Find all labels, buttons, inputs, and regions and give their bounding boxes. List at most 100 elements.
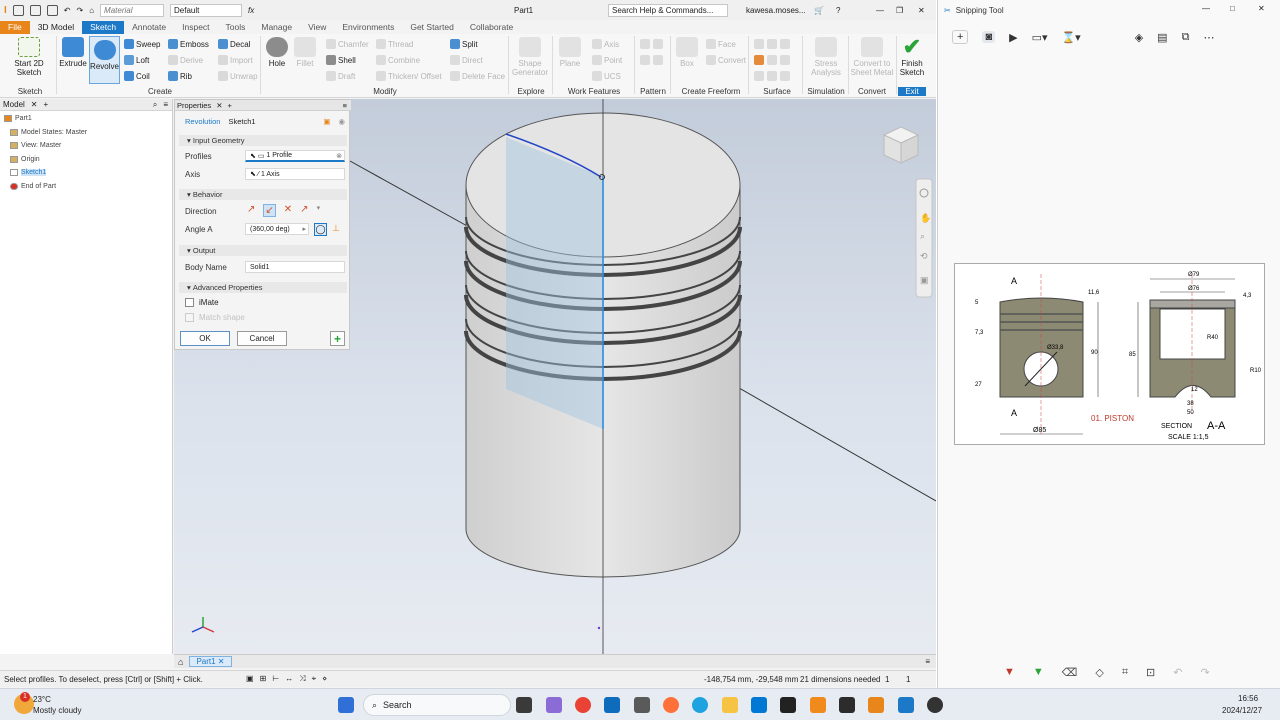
redo-icon[interactable]: ↷ (1200, 666, 1209, 679)
point-button[interactable]: Point (592, 55, 622, 65)
to-icon[interactable]: ⊥ (332, 223, 340, 234)
material-select[interactable]: Material (100, 3, 165, 17)
text-actions-icon[interactable]: ⊡ (1146, 666, 1155, 679)
replace-face-icon[interactable] (754, 71, 764, 81)
home-icon[interactable]: ⌂ (178, 657, 183, 667)
pen-icon[interactable]: ▼ (1004, 666, 1015, 678)
surface-tools[interactable] (754, 39, 790, 49)
minimize-icon[interactable]: — (1202, 4, 1210, 13)
shape-generator-button[interactable]: Shape Generator (511, 37, 549, 77)
menu-icon[interactable]: ≡ (925, 657, 930, 666)
delete-face-button[interactable]: Delete Face (450, 71, 505, 81)
maximize-icon[interactable]: □ (1230, 4, 1235, 13)
undo-icon[interactable]: ↶ (1173, 666, 1182, 679)
convert-button[interactable]: Convert (706, 55, 746, 65)
direction-default-icon[interactable]: ↗ (247, 204, 255, 217)
zoom-icon[interactable]: ⌕ (920, 231, 925, 241)
tab-manage[interactable]: Manage (253, 21, 300, 34)
camera-icon[interactable]: ◙ (982, 31, 996, 43)
shell-button[interactable]: Shell (326, 55, 356, 65)
inventor-taskbar-icon[interactable] (868, 697, 884, 713)
more-icon[interactable]: ⋯ (1203, 31, 1214, 44)
close-icon[interactable]: ✕ (31, 100, 38, 109)
sweep-button[interactable]: Sweep (124, 39, 160, 49)
section-input-geometry[interactable]: ▾ Input Geometry (179, 135, 347, 146)
feature-name[interactable]: Revolution (185, 117, 220, 126)
relax-icon[interactable]: ⤨ (299, 674, 305, 684)
body-name-input[interactable]: Solid1 (245, 261, 345, 273)
outlook-icon[interactable] (604, 697, 620, 713)
user-account[interactable]: kawesa.moses... (746, 6, 806, 15)
redo-icon[interactable]: ↷ (76, 6, 83, 15)
tab-get-started[interactable]: Get Started (402, 21, 461, 34)
clock-date[interactable]: 2024/12/27 (1222, 706, 1262, 715)
fillet-button[interactable]: Fillet (292, 37, 318, 68)
unwrap-button[interactable]: Unwrap (218, 71, 258, 81)
snipping-taskbar-icon[interactable] (898, 697, 914, 713)
section-advanced[interactable]: ▾ Advanced Properties (179, 282, 347, 293)
vlc-icon[interactable] (810, 697, 826, 713)
coil-button[interactable]: Coil (124, 71, 150, 81)
pattern-tools[interactable] (640, 39, 663, 49)
start-sketch-button[interactable]: Start 2D Sketch (6, 37, 52, 77)
menu-icon[interactable]: ≡ (163, 100, 168, 109)
task-view-icon[interactable] (516, 697, 532, 713)
help-icon[interactable]: ? (836, 6, 840, 15)
menu-icon[interactable]: ≡ (343, 101, 347, 110)
new-file-icon[interactable] (12, 4, 24, 16)
close-icon[interactable]: ✕ (216, 101, 222, 110)
preset-icon[interactable]: ▣ (323, 117, 330, 126)
crop-icon[interactable]: ⌗ (1122, 666, 1128, 679)
capcut-icon[interactable] (839, 697, 855, 713)
delay-icon[interactable]: ⌛▾ (1061, 31, 1080, 44)
preview-eye-icon[interactable]: ◉ (338, 117, 345, 126)
tab-3d-model[interactable]: 3D Model (30, 21, 82, 34)
face-button[interactable]: Face (706, 39, 736, 49)
tab-annotate[interactable]: Annotate (124, 21, 174, 34)
edge-icon[interactable] (692, 697, 708, 713)
group-label-pattern[interactable]: Pattern (636, 87, 670, 96)
dropdown-icon[interactable]: ▾ (317, 204, 321, 217)
browser-tab-model[interactable]: Model (3, 100, 25, 109)
convert-sheet-metal-button[interactable]: Convert to Sheet Metal (850, 37, 894, 77)
draft-button[interactable]: Draft (326, 71, 355, 81)
view-cube-icon[interactable] (882, 126, 920, 164)
snip-mode-icon[interactable]: ▭▾ (1032, 31, 1048, 44)
pattern-tools-2[interactable] (640, 55, 663, 65)
tab-environments[interactable]: Environments (334, 21, 402, 34)
patch-icon[interactable] (754, 55, 764, 65)
tab-collaborate[interactable]: Collaborate (462, 21, 521, 34)
browser-item[interactable]: View: Master (4, 139, 172, 153)
tab-file[interactable]: File (0, 21, 30, 34)
axis-selector[interactable]: ⬉ ⁄ 1 Axis (245, 168, 345, 180)
surface-tools-2[interactable] (754, 55, 790, 65)
video-icon[interactable]: ▶ (1009, 31, 1017, 44)
copilot-icon[interactable] (546, 697, 562, 713)
undo-icon[interactable]: ↶ (64, 6, 71, 15)
tab-view[interactable]: View (300, 21, 334, 34)
snap-icon[interactable]: ▣ (246, 674, 254, 684)
emboss-button[interactable]: Emboss (168, 39, 209, 49)
match-shape-checkbox[interactable] (185, 313, 194, 322)
thicken-button[interactable]: Thicken/ Offset (376, 71, 442, 81)
chrome-icon[interactable] (575, 697, 591, 713)
firefox-icon[interactable] (663, 697, 679, 713)
direct-button[interactable]: Direct (450, 55, 483, 65)
extend-icon[interactable] (780, 55, 790, 65)
thread-button[interactable]: Thread (376, 39, 413, 49)
maximize-icon[interactable]: ❐ (896, 6, 903, 15)
obs-icon[interactable] (927, 697, 943, 713)
eraser-icon[interactable]: ⌫ (1062, 666, 1078, 679)
group-label-freeform[interactable]: Create Freeform (676, 87, 746, 96)
clock-time[interactable]: 16:56 (1238, 694, 1258, 703)
copilot-icon[interactable]: ◈ (1135, 31, 1143, 44)
browser-item[interactable]: Origin (4, 153, 172, 167)
box-button[interactable]: Box (674, 37, 700, 68)
home-icon[interactable]: ⌂ (89, 6, 94, 15)
copy-icon[interactable]: ⧉ (1182, 31, 1190, 44)
properties-tab[interactable]: Properties (177, 101, 211, 110)
close-icon[interactable]: ✕ (1258, 4, 1265, 13)
search-icon[interactable]: ⌕ (153, 100, 157, 110)
save-icon[interactable]: ▤ (1157, 31, 1167, 44)
group-label-surface[interactable]: Surface (756, 87, 798, 96)
